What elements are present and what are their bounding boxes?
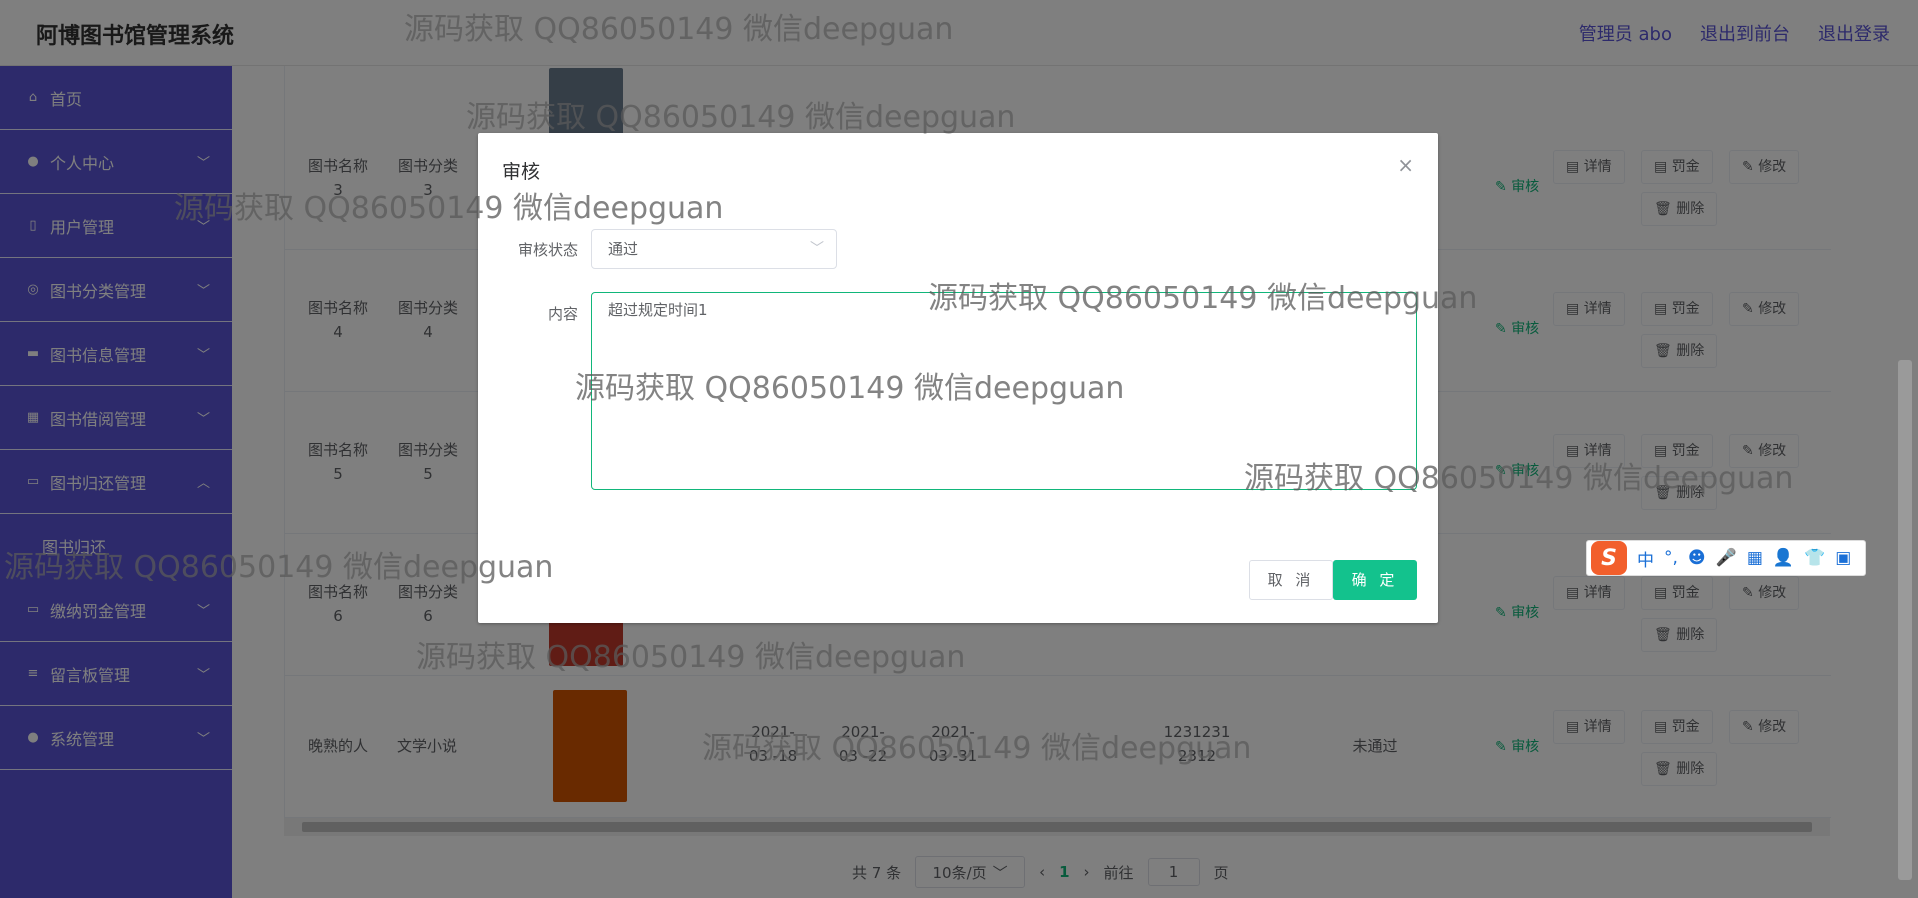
close-icon[interactable]: × xyxy=(1397,153,1414,177)
vertical-scrollbar[interactable] xyxy=(1898,360,1912,880)
status-label: 审核状态 xyxy=(517,241,578,259)
status-select[interactable]: 通过 ﹀ xyxy=(591,229,837,269)
skin-icon[interactable]: 👕 xyxy=(1804,548,1825,568)
user-icon[interactable]: 👤 xyxy=(1773,548,1794,568)
watermark-text: 源码获取 QQ86050149 微信deepguan xyxy=(404,12,954,47)
dialog-title: 审核 xyxy=(502,161,541,183)
watermark-text: 源码获取 QQ86050149 微信deepguan xyxy=(1244,461,1794,496)
sogou-logo-icon: S xyxy=(1591,541,1627,575)
ime-toolbar[interactable]: S 中 °, ☻ 🎤 ▦ 👤 👕 ▣ xyxy=(1586,540,1866,576)
watermark-text: 源码获取 QQ86050149 微信deepguan xyxy=(702,731,1252,766)
watermark-text: 源码获取 QQ86050149 微信deepguan xyxy=(575,371,1125,406)
watermark-text: 源码获取 QQ86050149 微信deepguan xyxy=(928,281,1478,316)
ime-punct[interactable]: °, xyxy=(1664,548,1678,568)
toolbox-icon[interactable]: ▣ xyxy=(1835,548,1851,568)
ime-mode[interactable]: 中 xyxy=(1637,546,1654,571)
watermark-text: 源码获取 QQ86050149 微信deepguan xyxy=(4,550,554,585)
microphone-icon[interactable]: 🎤 xyxy=(1716,548,1737,568)
emoji-icon[interactable]: ☻ xyxy=(1688,548,1706,568)
keyboard-icon[interactable]: ▦ xyxy=(1747,548,1763,568)
chevron-down-icon: ﹀ xyxy=(810,241,824,257)
content-label: 内容 xyxy=(547,305,578,323)
cancel-button[interactable]: 取 消 xyxy=(1249,560,1333,600)
watermark-text: 源码获取 QQ86050149 微信deepguan xyxy=(416,640,966,675)
watermark-text: 源码获取 QQ86050149 微信deepguan xyxy=(466,100,1016,135)
watermark-text: 源码获取 QQ86050149 微信deepguan xyxy=(174,191,724,226)
confirm-button[interactable]: 确 定 xyxy=(1333,560,1417,600)
